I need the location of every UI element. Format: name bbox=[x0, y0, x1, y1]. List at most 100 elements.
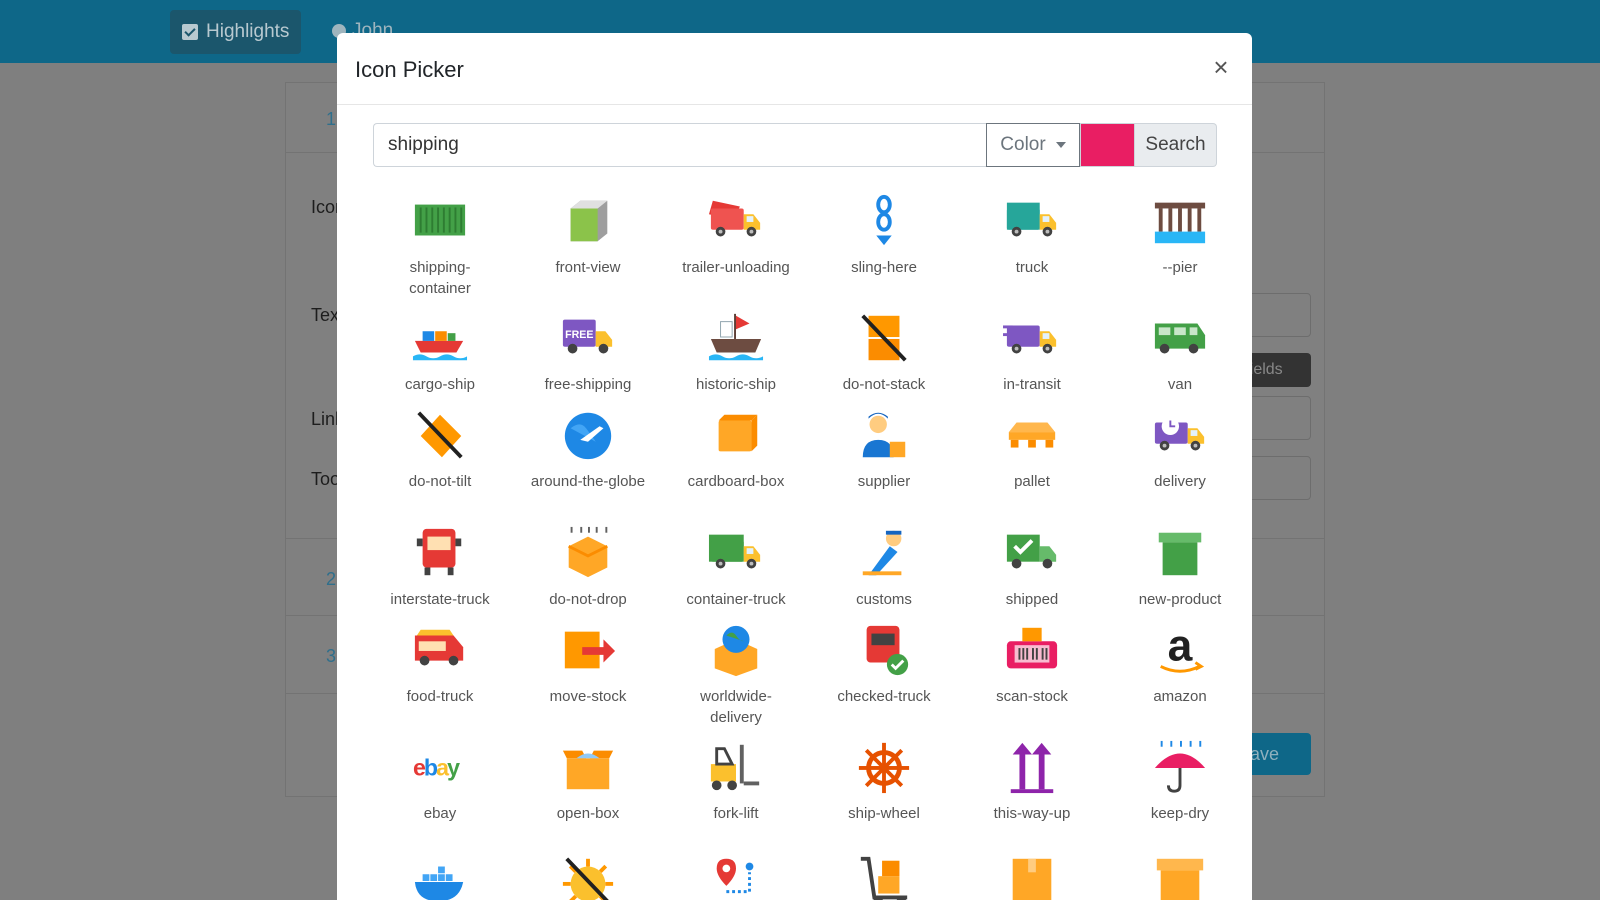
icon-option[interactable]: do-not-drop bbox=[514, 525, 662, 610]
icon-option[interactable]: trailer-unloading bbox=[662, 193, 810, 278]
icon-option[interactable]: front-view bbox=[514, 193, 662, 278]
icon-option[interactable] bbox=[662, 853, 810, 900]
do-not-tilt-icon bbox=[417, 411, 463, 459]
icon-option-label: pallet bbox=[1014, 473, 1050, 490]
color-dropdown[interactable]: Color bbox=[986, 123, 1080, 167]
color-dropdown-label: Color bbox=[1000, 134, 1046, 155]
delivery-icon bbox=[1154, 417, 1205, 451]
do-not-stack-icon bbox=[861, 314, 907, 362]
icon-option[interactable]: cargo-ship bbox=[366, 310, 514, 395]
search-button[interactable]: Search bbox=[1135, 123, 1217, 167]
color-swatch[interactable] bbox=[1080, 123, 1135, 167]
icon-option[interactable] bbox=[958, 853, 1106, 900]
icon-option[interactable]: container-truck bbox=[662, 525, 810, 610]
route-icon bbox=[716, 858, 754, 894]
icon-option[interactable]: scan-stock bbox=[958, 622, 1106, 707]
front-view-icon bbox=[570, 200, 608, 242]
svg-text:ebay: ebay bbox=[413, 755, 460, 781]
icon-option-label: amazon bbox=[1153, 688, 1207, 705]
icon-option-label: container-truck bbox=[686, 591, 786, 608]
scan-stock-icon bbox=[1006, 627, 1058, 669]
package-icon bbox=[1156, 858, 1204, 900]
icon-option-label: front-view bbox=[555, 259, 621, 276]
icon-option-label: ship-wheel bbox=[848, 805, 920, 822]
step-number[interactable]: 1 bbox=[326, 109, 336, 130]
icon-option[interactable] bbox=[810, 853, 958, 900]
icon-option[interactable] bbox=[1106, 853, 1252, 900]
icon-option[interactable]: do-not-tilt bbox=[366, 407, 514, 492]
icon-option[interactable]: a amazon bbox=[1106, 622, 1252, 707]
icon-option-label: scan-stock bbox=[996, 688, 1068, 705]
icon-option-label: do-not-tilt bbox=[408, 473, 472, 490]
icon-option[interactable]: shipped bbox=[958, 525, 1106, 610]
icon-option[interactable]: open-box bbox=[514, 739, 662, 824]
icon-option[interactable]: do-not-stack bbox=[810, 310, 958, 395]
icon-option[interactable]: sling-here bbox=[810, 193, 958, 278]
tooltip-input-bg[interactable] bbox=[1246, 456, 1311, 500]
icon-option[interactable]: cardboard-box bbox=[662, 407, 810, 492]
icon-option[interactable]: truck bbox=[958, 193, 1106, 278]
amazon-icon: a bbox=[1160, 622, 1205, 673]
icon-option[interactable]: keep-dry bbox=[1106, 739, 1252, 824]
modal-title: Icon Picker bbox=[355, 57, 464, 82]
search-input[interactable] bbox=[373, 123, 986, 167]
fork-lift-icon bbox=[710, 744, 760, 791]
highlights-nav-button[interactable]: Highlights bbox=[170, 10, 302, 54]
historic-ship-icon bbox=[708, 313, 764, 361]
icon-option-label: keep-dry bbox=[1150, 805, 1210, 822]
icon-option-label: delivery bbox=[1154, 473, 1206, 490]
icon-option[interactable]: new-product bbox=[1106, 525, 1252, 610]
link-input-bg[interactable] bbox=[1246, 396, 1311, 440]
icon-option[interactable]: move-stock bbox=[514, 622, 662, 707]
icon-option[interactable]: ebay ebay bbox=[366, 739, 514, 824]
search-bar: Color Search bbox=[373, 123, 1217, 167]
icon-option-label: supplier bbox=[857, 473, 911, 490]
around-the-globe-icon bbox=[564, 412, 612, 460]
icon-option[interactable]: around-the-globe bbox=[514, 407, 662, 492]
icon-option[interactable]: interstate-truck bbox=[366, 525, 514, 610]
icon-option-label: in-transit bbox=[1003, 376, 1061, 393]
food-truck-icon bbox=[414, 629, 464, 666]
icon-option-label: do-not-drop bbox=[549, 591, 627, 608]
hand-truck-icon bbox=[860, 856, 908, 900]
icon-option[interactable]: supplier bbox=[810, 407, 958, 492]
step-number[interactable]: 2 bbox=[326, 569, 336, 590]
icon-option[interactable]: checked-truck bbox=[810, 622, 958, 707]
icon-option-label: fork-lift bbox=[713, 805, 759, 822]
icon-option[interactable]: pallet bbox=[958, 407, 1106, 492]
icon-option[interactable]: this-way-up bbox=[958, 739, 1106, 824]
trailer-unloading-icon bbox=[708, 200, 761, 237]
icon-option[interactable]: shipping-container bbox=[366, 193, 514, 299]
icon-option[interactable]: van bbox=[1106, 310, 1252, 395]
step-number[interactable]: 3 bbox=[326, 646, 336, 667]
icon-option-label: truck bbox=[1015, 259, 1049, 276]
icon-option[interactable]: delivery bbox=[1106, 407, 1252, 492]
icon-option[interactable]: fork-lift bbox=[662, 739, 810, 824]
text-input-bg[interactable] bbox=[1246, 293, 1311, 337]
icon-option-label: ebay bbox=[423, 805, 457, 822]
cargo-ship-icon bbox=[412, 331, 468, 361]
ebay-icon: ebay bbox=[413, 755, 462, 781]
icon-option[interactable]: in-transit bbox=[958, 310, 1106, 395]
icon-option[interactable]: historic-ship bbox=[662, 310, 810, 395]
keep-dry-icon bbox=[1154, 740, 1206, 793]
this-way-up-icon bbox=[1010, 742, 1054, 794]
icon-option[interactable]: customs bbox=[810, 525, 958, 610]
do-not-drop-icon bbox=[568, 526, 608, 578]
icon-option[interactable]: FREE free-shipping bbox=[514, 310, 662, 395]
icon-option-label: van bbox=[1167, 376, 1193, 393]
container-truck-icon bbox=[708, 534, 761, 569]
modal-header: Icon Picker × bbox=[337, 33, 1252, 105]
icon-option[interactable] bbox=[514, 853, 662, 900]
icon-option[interactable]: food-truck bbox=[366, 622, 514, 707]
icon-option[interactable]: --pier bbox=[1106, 193, 1252, 278]
icon-option-label: cardboard-box bbox=[687, 473, 785, 490]
icon-option[interactable]: worldwide-delivery bbox=[662, 622, 810, 728]
highlights-nav-label: Highlights bbox=[206, 21, 290, 42]
icon-option[interactable] bbox=[366, 853, 514, 900]
icon-option-label: worldwide-delivery bbox=[700, 688, 772, 726]
icon-option[interactable]: ship-wheel bbox=[810, 739, 958, 824]
close-button[interactable]: × bbox=[1206, 53, 1236, 83]
worldwide-delivery-icon bbox=[714, 625, 758, 677]
icon-option-label: shipping-container bbox=[409, 259, 471, 297]
